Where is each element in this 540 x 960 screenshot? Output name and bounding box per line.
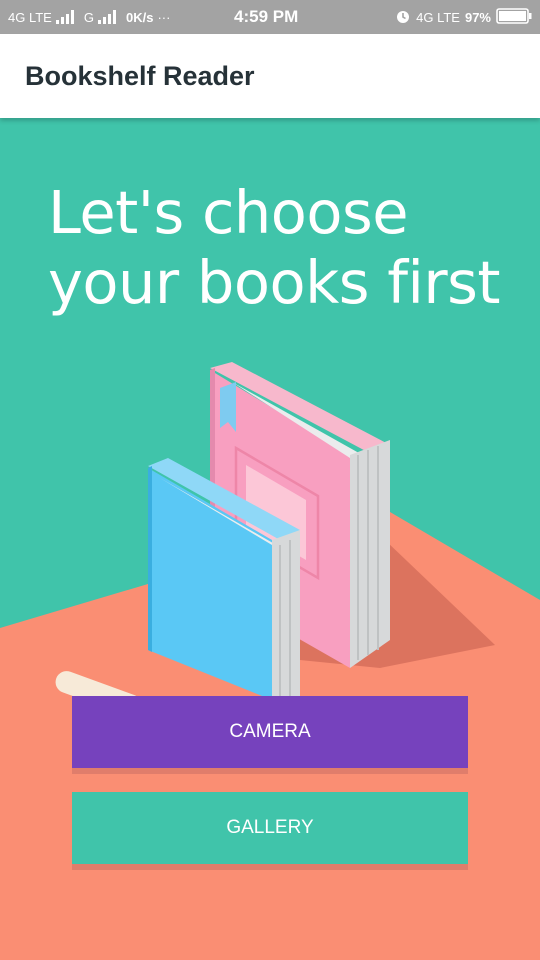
battery-percent: 97% — [464, 9, 491, 25]
gallery-button[interactable]: GALLERY — [72, 792, 468, 864]
network-type-right: 4G LTE — [416, 9, 460, 25]
status-left: 4G LTE G 0K/s ··· — [8, 0, 170, 34]
signal-icon-2 — [97, 10, 116, 24]
status-bar: 4G LTE G 0K/s ··· 4:59 PM 4G LTE 97% — [0, 0, 540, 34]
battery-icon — [496, 7, 532, 27]
status-time: 4:59 PM — [234, 7, 299, 26]
status-right: 4G LTE 97% — [395, 0, 532, 34]
network-type-mid: G — [83, 9, 94, 25]
hero-title-line-1: Let's choose — [48, 178, 409, 247]
hero-title-line-2: your books first — [48, 248, 501, 317]
app-bar: Bookshelf Reader — [0, 34, 540, 118]
hero-title: Let's choose your books first — [48, 178, 518, 318]
network-type-left: 4G LTE — [8, 9, 52, 25]
alarm-icon — [395, 8, 411, 27]
app-title: Bookshelf Reader — [25, 61, 255, 91]
camera-button[interactable]: CAMERA — [72, 696, 468, 768]
signal-icon — [55, 10, 74, 24]
more-icon: ··· — [157, 9, 171, 25]
data-speed: 0K/s — [125, 9, 154, 25]
